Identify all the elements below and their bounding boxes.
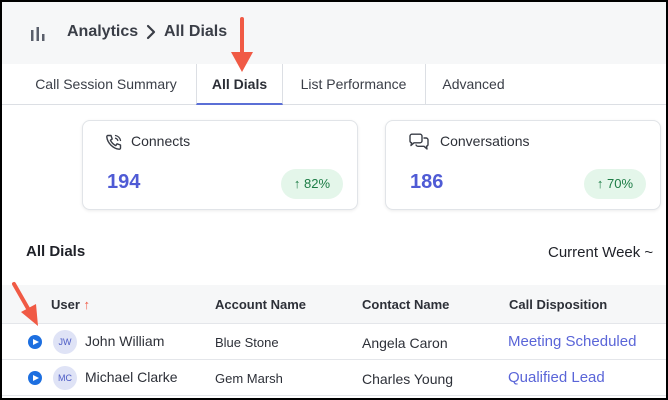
conversations-label: Conversations [440,133,530,149]
column-header-contact-name[interactable]: Contact Name [362,297,449,312]
play-recording-icon[interactable] [28,371,42,385]
call-disposition-link[interactable]: Meeting Scheduled [508,333,636,350]
connects-card: Connects 194 ↑ 82% [82,120,358,210]
tab-bar: Call Session Summary All Dials List Perf… [2,64,666,105]
conversations-card: Conversations 186 ↑ 70% [385,120,661,210]
user-name: John William [85,333,165,349]
column-header-call-disposition[interactable]: Call Disposition [509,297,607,312]
connects-change-badge: ↑ 82% [281,169,343,199]
arrow-up-icon: ↑ [596,176,604,191]
conversations-change-value: 70% [607,176,634,191]
connects-change-value: 82% [304,176,331,191]
avatar: JW [53,330,77,354]
call-disposition-link[interactable]: Qualified Lead [508,369,605,386]
annotation-arrow-icon [12,282,38,326]
column-header-user-label: User [51,297,80,312]
contact-name: Angela Caron [362,335,448,351]
play-recording-icon[interactable] [28,335,42,349]
phone-call-icon [105,133,123,156]
column-header-user[interactable]: User ↑ [51,297,90,312]
avatar: MC [53,366,77,390]
bar-chart-icon [30,26,46,47]
account-name: Gem Marsh [215,371,283,386]
period-dropdown[interactable]: Current Week ~ [548,244,653,261]
user-name: Michael Clarke [85,369,178,385]
tab-list-performance[interactable]: List Performance [282,64,426,104]
chevron-right-icon [146,24,156,45]
column-header-account-name[interactable]: Account Name [215,297,306,312]
table-row[interactable]: JW John William Blue Stone Angela Caron … [2,324,666,360]
app-frame: Analytics All Dials Call Session Summary… [0,0,668,400]
arrow-up-icon: ↑ [293,176,301,191]
conversations-change-badge: ↑ 70% [584,169,646,199]
tab-call-session-summary[interactable]: Call Session Summary [16,64,196,104]
breadcrumb-analytics[interactable]: Analytics [67,23,138,41]
sort-ascending-icon[interactable]: ↑ [84,297,91,312]
chat-bubbles-icon [408,133,430,156]
page-header: Analytics All Dials [2,2,666,64]
conversations-value: 186 [410,171,444,193]
annotation-arrow-icon [231,17,253,72]
account-name: Blue Stone [215,335,279,350]
breadcrumb-current: All Dials [164,23,228,40]
connects-value: 194 [107,171,141,193]
section-title: All Dials [26,243,86,260]
tab-advanced[interactable]: Advanced [426,64,521,104]
table-row[interactable]: MC Michael Clarke Gem Marsh Charles Youn… [2,360,666,396]
contact-name: Charles Young [362,371,454,387]
table-header: User ↑ Account Name Contact Name Call Di… [2,285,666,324]
connects-label: Connects [131,133,191,149]
